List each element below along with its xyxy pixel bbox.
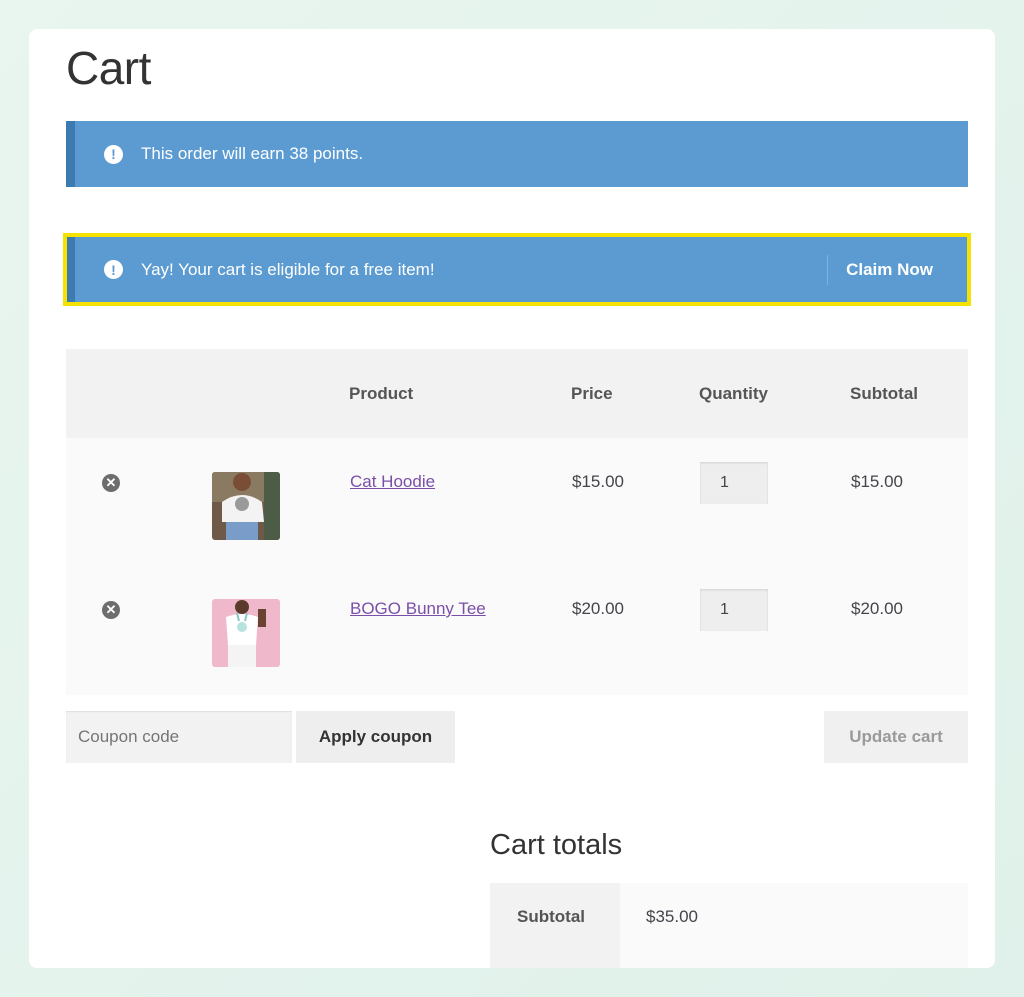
item-price: $15.00 [572,472,624,491]
info-icon: ! [104,260,123,279]
item-subtotal: $20.00 [851,599,903,618]
free-item-notice-text: Yay! Your cart is eligible for a free it… [141,259,435,279]
header-thumbnail [211,349,349,438]
subtotal-label: Subtotal [490,883,620,968]
product-link[interactable]: Cat Hoodie [350,472,435,491]
cart-table: Product Price Quantity Subtotal ✕ Cat Ho… [66,349,968,695]
cart-totals-table: Subtotal $35.00 [490,883,968,968]
points-notice: ! This order will earn 38 points. [66,121,968,187]
table-row: ✕ BOGO Bunny Tee $20.00 1 $20.00 [66,565,968,695]
remove-item-icon[interactable]: ✕ [102,474,120,492]
cart-page: Cart ! This order will earn 38 points. !… [29,29,995,968]
cart-table-header: Product Price Quantity Subtotal [66,349,968,438]
product-thumbnail[interactable] [212,599,280,667]
free-item-notice: ! Yay! Your cart is eligible for a free … [67,237,967,302]
subtotal-value: $35.00 [620,883,968,968]
update-cart-button[interactable]: Update cart [824,711,968,763]
claim-now-button[interactable]: Claim Now [827,254,967,285]
product-link[interactable]: BOGO Bunny Tee [350,599,486,618]
quantity-input[interactable] [700,462,768,504]
header-price: Price [571,383,613,403]
quantity-input[interactable] [700,589,768,631]
item-price: $20.00 [572,599,624,618]
apply-coupon-button[interactable]: Apply coupon [296,711,455,763]
header-subtotal: Subtotal [850,383,918,403]
coupon-code-input[interactable] [66,711,292,763]
points-notice-text: This order will earn 38 points. [141,144,364,163]
cart-totals-title: Cart totals [490,829,623,861]
table-row: ✕ Cat Hoodie $15.00 1 $15.00 [66,438,968,565]
page-title: Cart [66,42,151,94]
header-product: Product [349,383,414,403]
product-thumbnail[interactable] [212,472,280,540]
item-subtotal: $15.00 [851,472,903,491]
header-remove [66,349,211,438]
remove-item-icon[interactable]: ✕ [102,601,120,619]
info-icon: ! [104,144,123,164]
header-quantity: Quantity [699,383,768,403]
